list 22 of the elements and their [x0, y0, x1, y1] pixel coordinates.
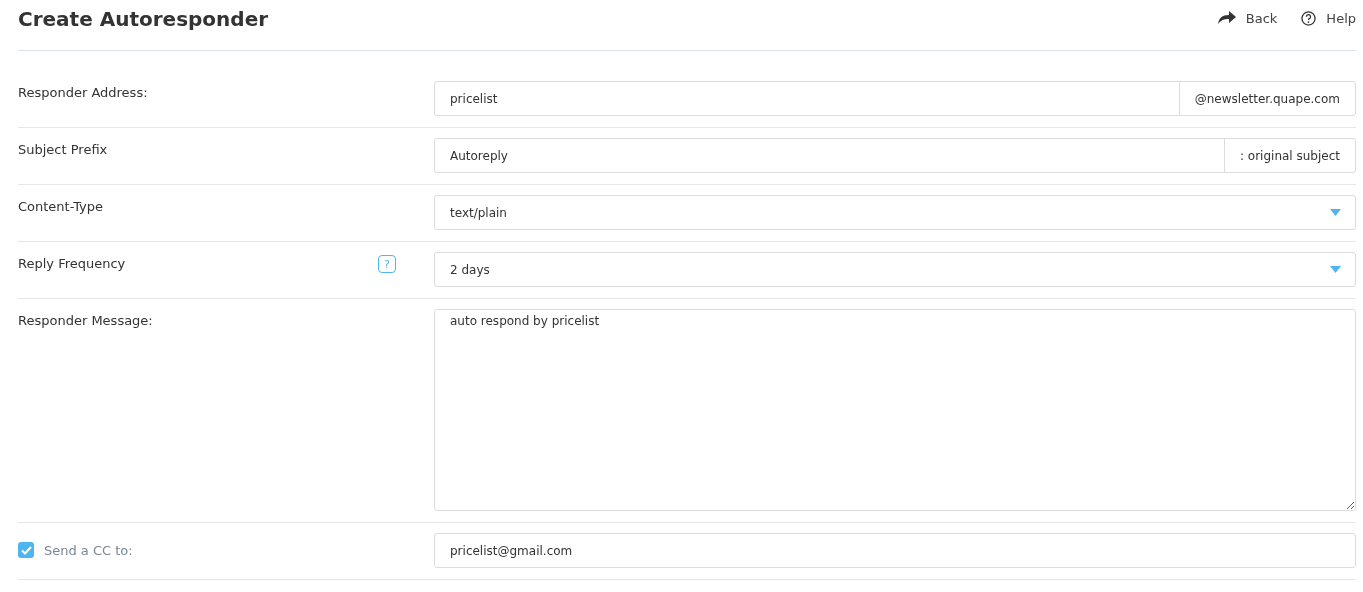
help-link[interactable]: Help — [1301, 10, 1356, 26]
select-field[interactable]: text/plain — [434, 195, 1356, 230]
checkbox[interactable] — [18, 542, 34, 558]
caret-icon — [1330, 266, 1341, 273]
field-label: Responder Address: — [18, 84, 148, 100]
field-label: Subject Prefix — [18, 141, 108, 157]
domain-addon: @newsletter.quape.com — [1178, 82, 1355, 115]
message-field[interactable]: auto respond by pricelist — [435, 310, 1355, 510]
field-label: Content-Type — [18, 198, 104, 214]
select-field[interactable]: 2 days — [434, 252, 1356, 287]
text-field[interactable]: Autoreply : original subject — [434, 138, 1356, 173]
caret-icon — [1330, 209, 1341, 216]
page-title: Create Autoresponder — [18, 7, 269, 31]
text-field[interactable]: pricelist @newsletter.quape.com — [434, 81, 1356, 116]
help-icon — [1301, 10, 1317, 26]
domain-addon: : original subject — [1223, 139, 1355, 172]
field-label: Send a CC to: — [44, 542, 133, 558]
email-field[interactable]: pricelist@gmail.com — [434, 533, 1356, 568]
field-label: Reply Frequency — [18, 255, 126, 271]
field-label: Responder Message: — [18, 312, 153, 328]
back-link[interactable]: Back — [1217, 10, 1278, 26]
share-arrow-icon — [1217, 11, 1236, 25]
